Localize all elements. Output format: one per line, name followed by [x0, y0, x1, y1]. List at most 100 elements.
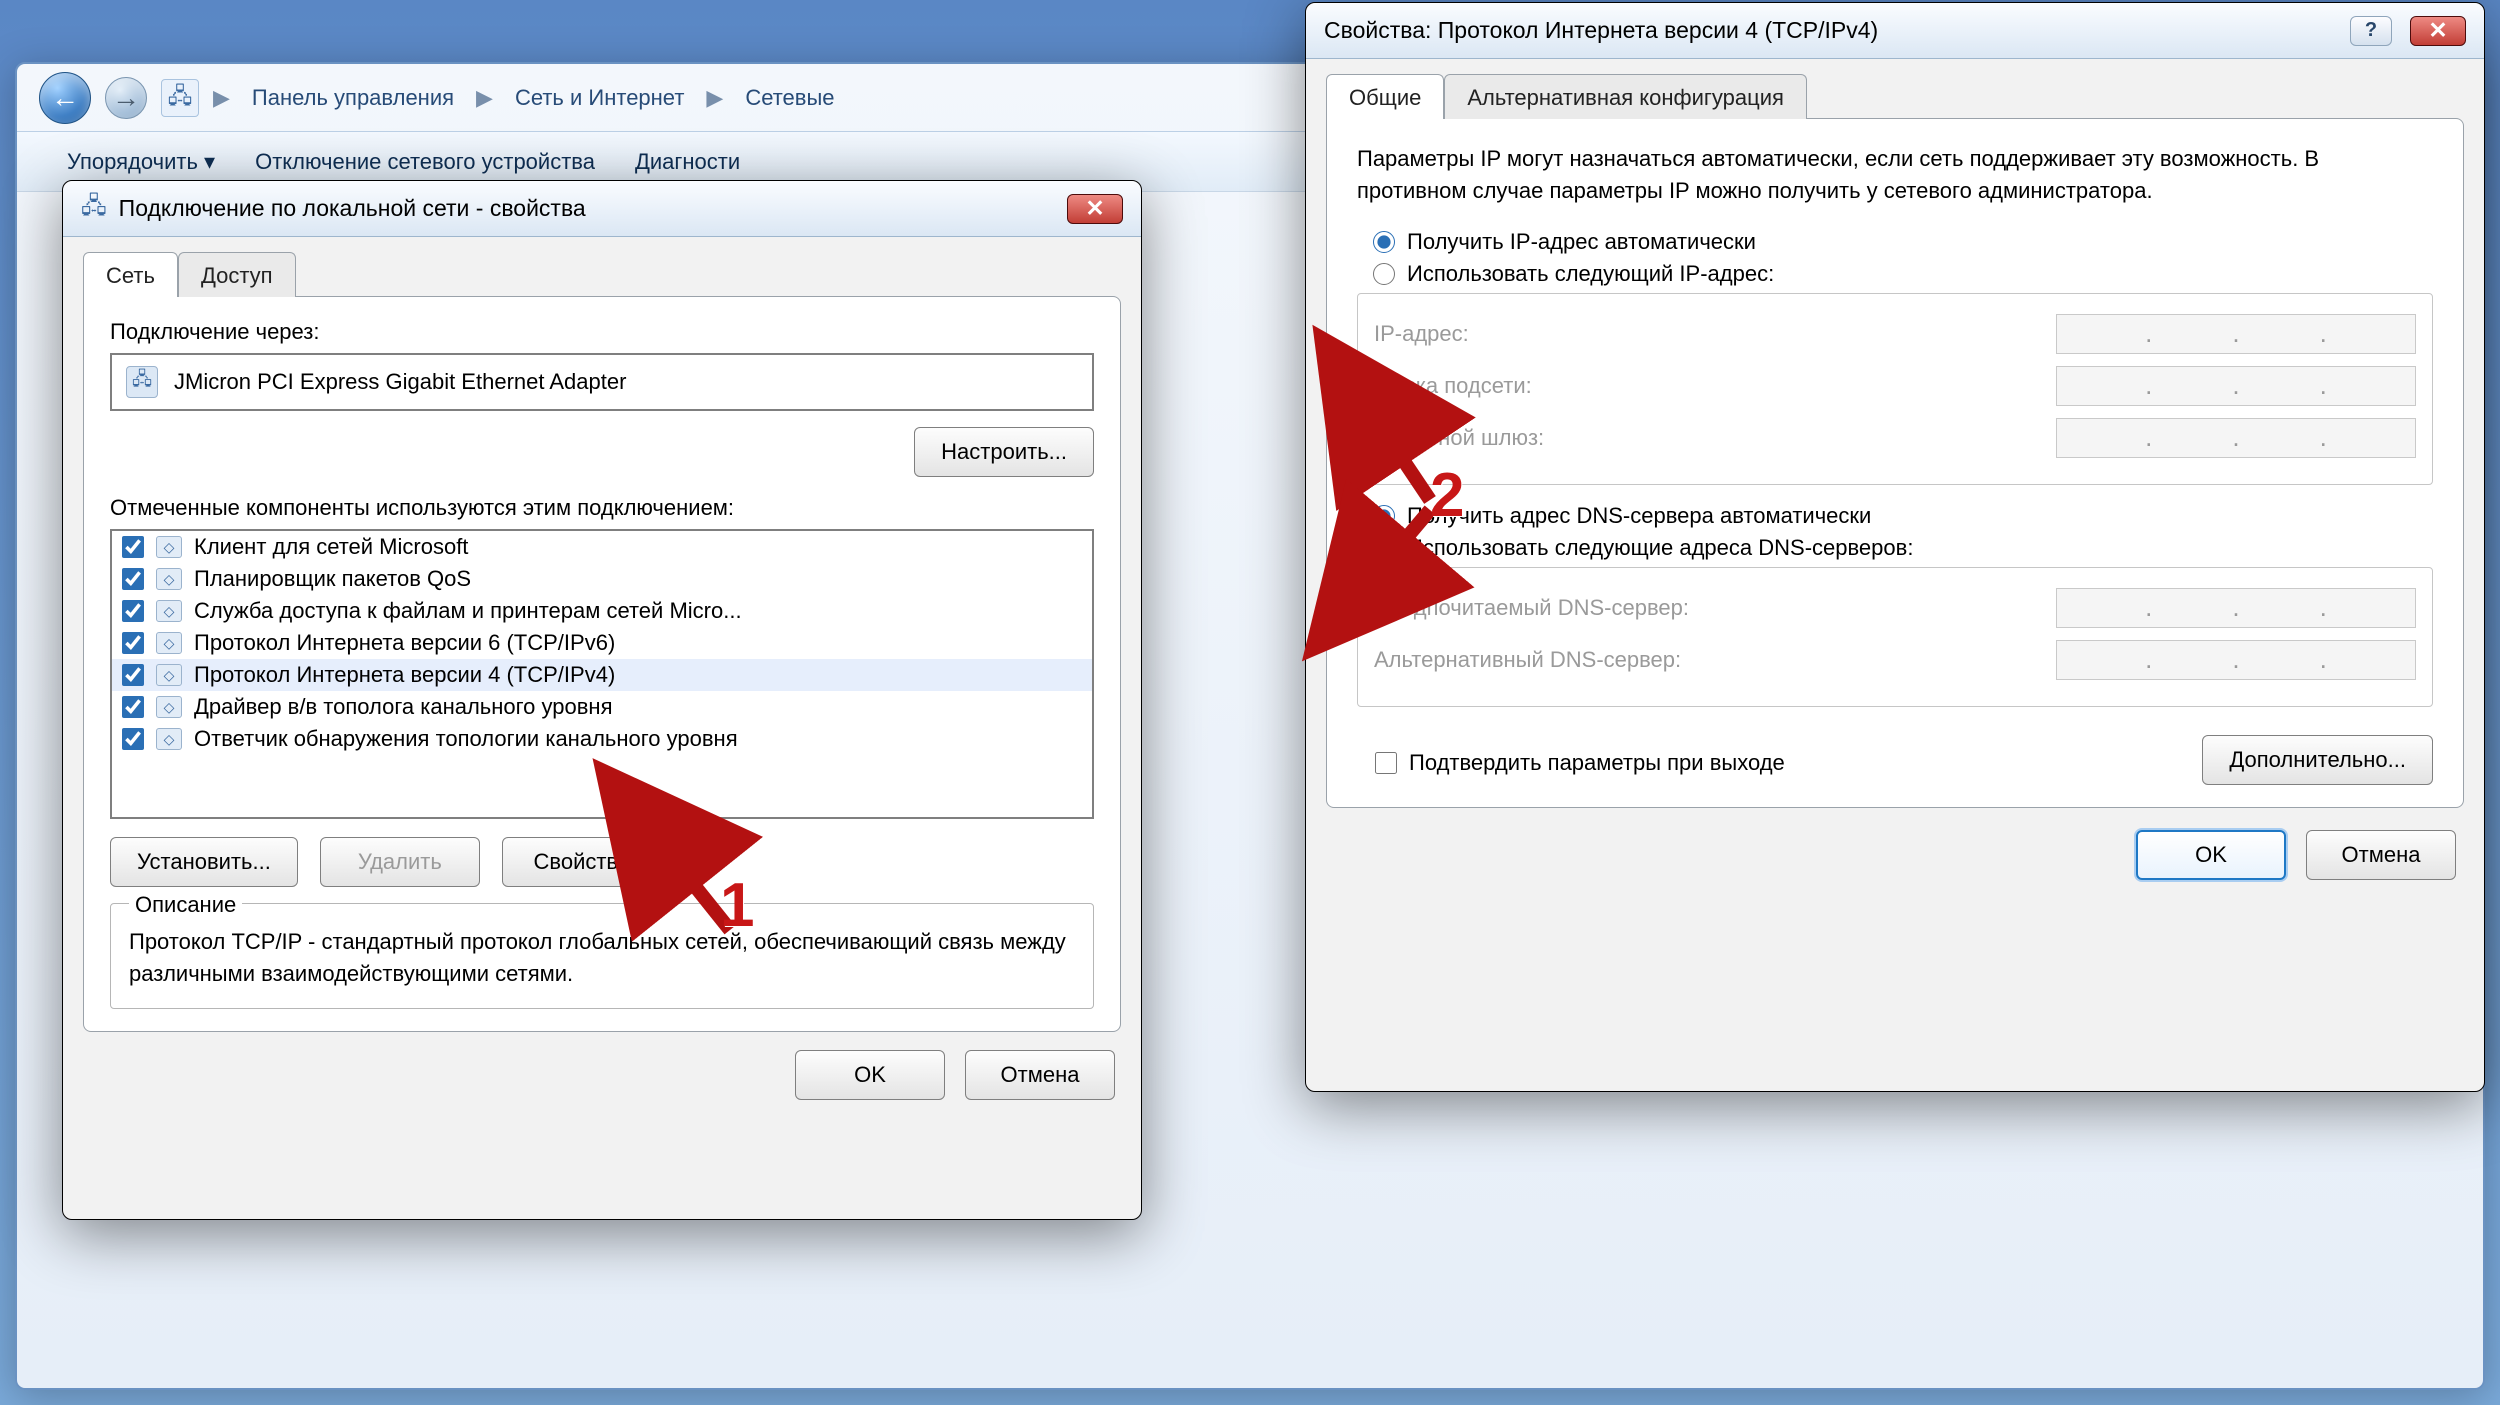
list-item[interactable]: ◇Клиент для сетей Microsoft — [112, 531, 1092, 563]
protocol-icon: ◇ — [156, 696, 182, 718]
breadcrumb[interactable]: Панель управления — [244, 85, 462, 111]
advanced-button[interactable]: Дополнительно... — [2202, 735, 2433, 785]
tabs: Сеть Доступ — [83, 251, 1141, 296]
dialog-title: Подключение по локальной сети - свойства — [119, 195, 586, 222]
confirm-on-exit-checkbox[interactable]: Подтвердить параметры при выходе — [1375, 750, 1785, 776]
mask-label: Маска подсети: — [1374, 373, 1532, 399]
back-button[interactable]: ← — [39, 72, 91, 124]
tab-panel-network: Подключение через: 🖧 JMicron PCI Express… — [83, 296, 1121, 1032]
properties-button[interactable]: Свойства — [502, 837, 662, 887]
radio-label: Получить IP-адрес автоматически — [1407, 229, 1756, 255]
install-button[interactable]: Установить... — [110, 837, 298, 887]
protocol-icon: ◇ — [156, 568, 182, 590]
component-buttons: Установить... Удалить Свойства — [110, 837, 1094, 887]
close-button[interactable]: ✕ — [1067, 194, 1123, 224]
radio-input[interactable] — [1373, 231, 1395, 253]
adapter-name: JMicron PCI Express Gigabit Ethernet Ada… — [174, 369, 626, 395]
dialog-footer: OK Отмена — [1306, 830, 2456, 880]
dialog-title: Свойства: Протокол Интернета версии 4 (T… — [1324, 17, 1878, 44]
radio-label: Получить адрес DNS-сервера автоматически — [1407, 503, 1871, 529]
checkbox-input[interactable] — [122, 600, 144, 622]
list-item[interactable]: ◇ Протокол Интернета версии 4 (TCP/IPv4) — [112, 659, 1092, 691]
ok-button[interactable]: OK — [2136, 830, 2286, 880]
help-button[interactable]: ? — [2350, 16, 2392, 46]
radio-manual-dns[interactable]: Использовать следующие адреса DNS-сервер… — [1373, 535, 2433, 561]
forward-button[interactable]: → — [105, 77, 147, 119]
checkbox-input[interactable] — [122, 696, 144, 718]
adapter-field[interactable]: 🖧 JMicron PCI Express Gigabit Ethernet A… — [110, 353, 1094, 411]
radio-label: Использовать следующие адреса DNS-сервер… — [1407, 535, 1913, 561]
checkbox-input[interactable] — [122, 632, 144, 654]
cancel-button[interactable]: Отмена — [2306, 830, 2456, 880]
radio-manual-ip[interactable]: Использовать следующий IP-адрес: — [1373, 261, 2433, 287]
dialog-titlebar[interactable]: Свойства: Протокол Интернета версии 4 (T… — [1306, 3, 2484, 59]
dns-fieldset: Предпочитаемый DNS-сервер:... Альтернати… — [1357, 567, 2433, 707]
gateway-label: Основной шлюз: — [1374, 425, 1544, 451]
component-label: Драйвер в/в тополога канального уровня — [194, 694, 613, 720]
components-list[interactable]: ◇Клиент для сетей Microsoft ◇ Планировщик … — [110, 529, 1094, 819]
protocol-icon: ◇ — [156, 664, 182, 686]
ip-label: IP-адрес: — [1374, 321, 1469, 347]
checkbox-input[interactable] — [122, 728, 144, 750]
component-label: Протокол Интернета версии 6 (TCP/IPv6) — [194, 630, 615, 656]
protocol-icon: ◇ — [156, 600, 182, 622]
dns2-input: ... — [2056, 640, 2416, 680]
list-item[interactable]: ◇ Драйвер в/в тополога канального уровня — [112, 691, 1092, 723]
toolbar-disable-device[interactable]: Отключение сетевого устройства — [255, 149, 595, 175]
breadcrumb[interactable]: Сеть и Интернет — [507, 85, 692, 111]
network-icon: 🖧 — [81, 189, 107, 228]
list-item[interactable]: ◇ Служба доступа к файлам и принтерам сет… — [112, 595, 1092, 627]
toolbar-organize[interactable]: Упорядочить ▾ — [67, 149, 215, 175]
protocol-icon: ◇ — [156, 728, 182, 750]
remove-button: Удалить — [320, 837, 480, 887]
list-item[interactable]: ◇Протокол Интернета версии 6 (TCP/IPv6) — [112, 627, 1092, 659]
description-text: Протокол TCP/IP - стандартный протокол г… — [129, 926, 1075, 990]
checkbox-input[interactable] — [122, 664, 144, 686]
info-text: Параметры IP могут назначаться автоматич… — [1357, 143, 2433, 207]
connect-through-label: Подключение через: — [110, 319, 1094, 345]
radio-input[interactable] — [1373, 505, 1395, 527]
list-item[interactable]: ◇ Планировщик пакетов QoS — [112, 563, 1092, 595]
configure-button[interactable]: Настроить... — [914, 427, 1094, 477]
ip-fieldset: IP-адрес:... Маска подсети:... Основной … — [1357, 293, 2433, 485]
cancel-button[interactable]: Отмена — [965, 1050, 1115, 1100]
description-label: Описание — [129, 892, 242, 918]
tab-general[interactable]: Общие — [1326, 74, 1444, 119]
ok-button[interactable]: OK — [795, 1050, 945, 1100]
radio-auto-ip[interactable]: Получить IP-адрес автоматически — [1373, 229, 2433, 255]
nic-icon: 🖧 — [126, 366, 158, 398]
checkbox-input[interactable] — [122, 568, 144, 590]
radio-input[interactable] — [1373, 537, 1395, 559]
dns2-label: Альтернативный DNS-сервер: — [1374, 647, 1681, 673]
components-label: Отмеченные компоненты используются этим … — [110, 495, 1094, 521]
component-label: Протокол Интернета версии 4 (TCP/IPv4) — [194, 662, 615, 688]
chevron-right-icon: ▶ — [706, 85, 723, 111]
radio-input[interactable] — [1373, 263, 1395, 285]
breadcrumb[interactable]: Сетевые — [737, 85, 842, 111]
chevron-right-icon: ▶ — [213, 85, 230, 111]
radio-auto-dns[interactable]: Получить адрес DNS-сервера автоматически — [1373, 503, 2433, 529]
dialog-titlebar[interactable]: 🖧 Подключение по локальной сети - свойст… — [63, 181, 1141, 237]
tab-network[interactable]: Сеть — [83, 252, 178, 297]
radio-label: Использовать следующий IP-адрес: — [1407, 261, 1774, 287]
ip-input: ... — [2056, 314, 2416, 354]
component-label: Планировщик пакетов QoS — [194, 566, 471, 592]
description-group: Описание Протокол TCP/IP - стандартный п… — [110, 903, 1094, 1009]
tab-panel-general: Параметры IP могут назначаться автоматич… — [1326, 118, 2464, 808]
gateway-input: ... — [2056, 418, 2416, 458]
mask-input: ... — [2056, 366, 2416, 406]
chevron-right-icon: ▶ — [476, 85, 493, 111]
connection-properties-dialog: 🖧 Подключение по локальной сети - свойст… — [62, 180, 1142, 1220]
checkbox-input[interactable] — [1375, 752, 1397, 774]
component-label: Служба доступа к файлам и принтерам сете… — [194, 598, 742, 624]
component-label: Ответчик обнаружения топологии канальног… — [194, 726, 738, 752]
list-item[interactable]: ◇ Ответчик обнаружения топологии канально… — [112, 723, 1092, 755]
toolbar-diagnose[interactable]: Диагности — [635, 149, 740, 175]
tab-alt-config[interactable]: Альтернативная конфигурация — [1444, 74, 1807, 119]
dns1-label: Предпочитаемый DNS-сервер: — [1374, 595, 1689, 621]
close-button[interactable]: ✕ — [2410, 16, 2466, 46]
ipv4-properties-dialog: Свойства: Протокол Интернета версии 4 (T… — [1305, 2, 2485, 1092]
checkbox-input[interactable] — [122, 536, 144, 558]
tab-access[interactable]: Доступ — [178, 252, 296, 297]
dns1-input: ... — [2056, 588, 2416, 628]
